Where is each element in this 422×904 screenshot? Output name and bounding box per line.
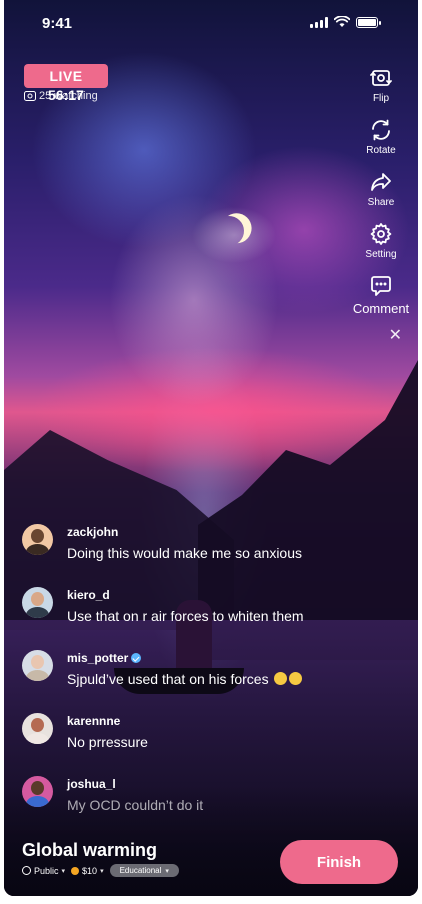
comment-text: Sjpuld’ve used that on his forces (67, 671, 269, 687)
stream-title: Global warming (22, 840, 158, 860)
avatar[interactable] (22, 587, 53, 618)
comment-item: joshua_l My OCD couldn’t do it (22, 774, 402, 837)
comment-username[interactable]: zackjohn (67, 525, 302, 539)
flip-label: Flip (372, 93, 390, 104)
comment-username-row: mis_potter (67, 651, 302, 665)
price-select[interactable]: $10 ▾ (71, 866, 104, 876)
status-time: 9:41 (42, 15, 73, 32)
visibility-select[interactable]: Public ▾ (22, 866, 65, 876)
gear-icon (370, 223, 392, 245)
live-badge: LIVE (24, 64, 108, 88)
comment-list: zackjohn Doing this would make me so anx… (22, 522, 402, 837)
status-icons (310, 16, 381, 28)
finish-button[interactable]: Finish (280, 840, 398, 884)
share-label: Share (367, 197, 395, 208)
price-value: $10 (82, 865, 98, 876)
grimace-emoji-icon (289, 672, 303, 685)
live-timer: 56:17 (48, 87, 84, 103)
visibility-value: Public (34, 865, 59, 876)
verified-icon (131, 653, 142, 663)
share-icon (371, 173, 391, 191)
comment-icon (371, 276, 391, 296)
signal-icon (310, 16, 328, 28)
coin-icon (71, 866, 80, 875)
rotate-label: Rotate (366, 145, 396, 156)
setting-label: Setting (365, 249, 397, 260)
chevron-down-icon: ▾ (165, 867, 169, 875)
eye-icon (24, 91, 36, 101)
comment-item: zackjohn Doing this would make me so anx… (22, 522, 402, 585)
chevron-down-icon: ▾ (100, 867, 104, 875)
rotate-icon (372, 119, 390, 141)
globe-icon (22, 866, 31, 875)
avatar[interactable] (22, 650, 53, 681)
comment-text: No prressure (67, 734, 148, 750)
flip-button[interactable]: Flip (352, 64, 410, 116)
comment-button[interactable]: Comment (352, 272, 410, 324)
share-button[interactable]: Share (352, 168, 410, 220)
avatar[interactable] (22, 524, 53, 555)
live-stream-screen: 9:41 LIVE 25 watching 56:17 Flip Rotate … (4, 0, 418, 896)
avatar[interactable] (22, 776, 53, 807)
comment-username[interactable]: kiero_d (67, 588, 304, 602)
close-icon[interactable]: ✕ (389, 325, 402, 345)
rotate-button[interactable]: Rotate (352, 116, 410, 168)
comment-item: mis_potter Sjpuld’ve used that on his fo… (22, 648, 402, 711)
comment-username[interactable]: karennne (67, 714, 148, 728)
wifi-icon (334, 16, 350, 27)
chevron-down-icon: ▾ (61, 867, 66, 875)
grimace-emoji-icon (274, 672, 288, 685)
viewer-count: 25 watching 56:17 (24, 87, 98, 103)
comment-username[interactable]: joshua_l (67, 777, 203, 791)
category-select[interactable]: Educational ▾ (109, 864, 179, 877)
comment-item: karennne No prressure (22, 711, 402, 774)
comment-username[interactable]: mis_potter (67, 651, 128, 665)
category-value: Educational (119, 866, 162, 875)
action-rail: Flip Rotate Share Setting Comment (352, 64, 410, 324)
comment-text: Use that on r air forces to whiten them (67, 608, 304, 624)
comment-text: My OCD couldn’t do it (67, 797, 204, 813)
comment-text-row: Sjpuld’ve used that on his forces (67, 671, 303, 687)
stream-meta: Public ▾ $10 ▾ Educational ▾ (22, 864, 179, 877)
avatar[interactable] (22, 713, 53, 744)
comment-text: Doing this would make me so anxious (67, 545, 303, 561)
comment-item: kiero_d Use that on r air forces to whit… (22, 585, 402, 648)
flip-camera-icon (370, 70, 392, 86)
comment-label: Comment (352, 301, 410, 316)
moon (212, 214, 247, 249)
setting-button[interactable]: Setting (352, 220, 410, 272)
battery-icon (356, 16, 381, 28)
